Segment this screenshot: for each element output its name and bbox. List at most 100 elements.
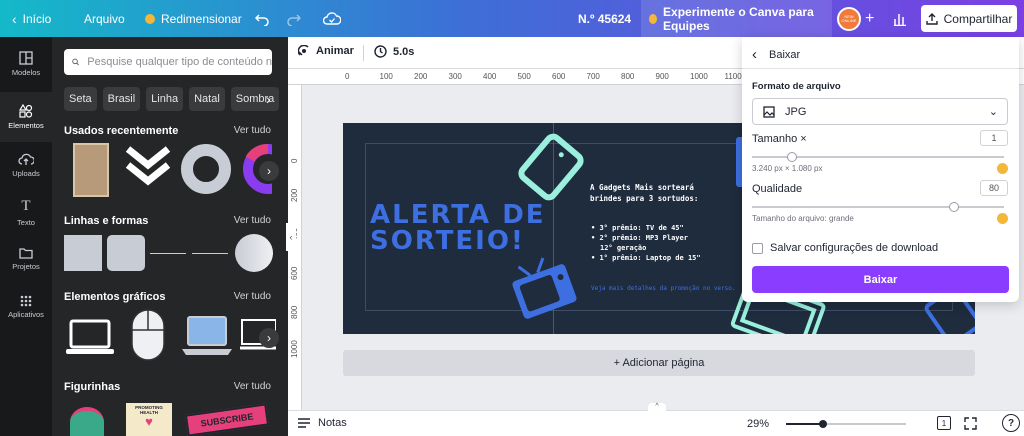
ruler-tick-label: 400 [483, 72, 497, 81]
add-member-button[interactable]: + [865, 0, 874, 37]
download-button[interactable]: Baixar [752, 266, 1009, 293]
expand-notes-handle[interactable]: ^ [648, 403, 666, 411]
rail-item-projects[interactable]: Projetos [0, 234, 52, 284]
line-shape[interactable] [150, 253, 186, 254]
size-slider-knob[interactable] [787, 152, 798, 162]
see-all-link[interactable]: Ver tudo [234, 125, 271, 137]
undo-icon [255, 13, 269, 26]
ruler-tick-label: 300 [448, 72, 462, 81]
see-all-link[interactable]: Ver tudo [234, 215, 271, 227]
download-panel-title: Baixar [769, 48, 801, 61]
graphics-scroll-right-button[interactable]: › [259, 328, 279, 348]
animate-icon [298, 45, 309, 56]
redo-button[interactable] [287, 0, 301, 37]
section-title: Figurinhas [64, 381, 121, 393]
save-settings-checkbox[interactable] [752, 242, 763, 254]
save-settings-label: Salvar configurações de download [770, 242, 939, 254]
mouse-graphic[interactable] [128, 308, 168, 362]
animate-button[interactable]: Animar [298, 45, 354, 57]
chip-sombra[interactable]: Sombra [230, 87, 280, 111]
recent-item-paper[interactable] [73, 143, 109, 197]
laptop-blue-graphic[interactable] [180, 315, 234, 359]
insights-button[interactable] [893, 0, 907, 37]
heart-icon: ♥ [145, 414, 153, 429]
size-hint: 3.240 px × 1.080 px [752, 164, 823, 173]
quality-input[interactable]: 80 [980, 180, 1008, 196]
prize-item: • 1° prêmio: Laptop de 15" [591, 254, 701, 262]
sticker-character[interactable] [70, 407, 104, 436]
ruler-tick-label: 700 [586, 72, 600, 81]
rail-label: Aplicativos [8, 310, 44, 319]
duration-label: 5.0s [393, 45, 415, 58]
ruler-tick-label: 600 [552, 72, 566, 81]
intro-line: A Gadgets Mais sorteará [590, 183, 694, 192]
panel-collapse-handle[interactable]: ‹ [286, 223, 296, 251]
rail-label: Texto [17, 217, 35, 227]
page-count-button[interactable]: 1 [937, 416, 951, 430]
see-all-link[interactable]: Ver tudo [234, 291, 271, 303]
chip-natal[interactable]: Natal [189, 87, 225, 111]
divider [363, 45, 364, 61]
undo-button[interactable] [255, 0, 269, 37]
ring-shape[interactable] [180, 143, 232, 195]
resize-button[interactable]: Redimensionar [145, 0, 242, 37]
sticker-health[interactable]: PROMOTING HEALTH ♥ [126, 403, 172, 436]
image-icon [763, 105, 775, 118]
size-slider[interactable] [752, 152, 1004, 162]
quality-label: Qualidade [752, 183, 803, 195]
download-back-button[interactable]: ‹ Baixar [752, 46, 800, 63]
ruler-tick-label: 1000 [290, 340, 299, 358]
crown-icon [997, 163, 1008, 174]
doc-number: N.º 45624 [578, 0, 631, 37]
cloud-save-status[interactable] [323, 0, 341, 37]
rail-label: Uploads [12, 168, 40, 178]
home-button[interactable]: ‹ Início [12, 0, 51, 37]
duration-button[interactable]: 5.0s [374, 45, 414, 58]
format-select[interactable]: JPG ⌄ [752, 98, 1008, 125]
square-shape[interactable] [64, 235, 102, 271]
try-teams-button[interactable]: Experimente o Canva para Equipes [641, 0, 832, 37]
sticker-subscribe-text: SUBSCRIBE [200, 411, 254, 429]
crown-icon [145, 13, 155, 24]
slide-intro: A Gadgets Mais sorteará brindes para 3 s… [590, 182, 698, 204]
quality-slider-knob[interactable] [948, 202, 959, 212]
stickers-section-header: Figurinhas Ver tudo [64, 381, 271, 393]
rail-item-text[interactable]: T Texto [0, 187, 52, 237]
rail-item-templates[interactable]: Modelos [0, 39, 52, 89]
laptop-graphic[interactable] [64, 317, 116, 357]
recent-scroll-right-button[interactable]: › [259, 161, 279, 181]
rail-item-elements[interactable]: Elementos [0, 92, 52, 142]
arrow-line-shape[interactable] [192, 253, 228, 254]
help-button[interactable]: ? [1002, 414, 1020, 432]
rail-item-apps[interactable]: Aplicativos [0, 282, 52, 332]
file-menu[interactable]: Arquivo [84, 0, 125, 37]
section-title: Linhas e formas [64, 215, 149, 227]
share-button[interactable]: Compartilhar [921, 5, 1017, 32]
ruler-tick-label: 900 [655, 72, 669, 81]
zoom-slider[interactable] [786, 420, 906, 428]
prize-list: • 3° prêmio: TV de 45" • 2° prêmio: MP3 … [591, 223, 701, 263]
sticker-subscribe[interactable]: SUBSCRIBE [184, 403, 270, 436]
divider [742, 68, 1019, 69]
see-all-link[interactable]: Ver tudo [234, 381, 271, 393]
rail-item-uploads[interactable]: Uploads [0, 140, 52, 190]
intro-line: brindes para 3 sortudos: [590, 194, 699, 203]
add-page-button[interactable]: + Adicionar página [343, 350, 975, 376]
double-chevron-icon[interactable] [124, 145, 172, 189]
search-input[interactable]: Pesquise qualquer tipo de conteúdo n [64, 49, 272, 75]
quality-slider[interactable] [752, 202, 1004, 212]
prize-text: 12° geração [600, 244, 647, 252]
notes-button[interactable]: Notas [298, 417, 347, 429]
size-input[interactable]: 1 [980, 130, 1008, 146]
zoom-knob[interactable] [819, 420, 827, 428]
avatar[interactable]: NEW ONLINE [837, 0, 861, 37]
chip-brasil[interactable]: Brasil [102, 87, 141, 111]
rounded-square-shape[interactable] [107, 235, 145, 271]
chips-next-icon[interactable]: › [266, 91, 271, 107]
fullscreen-icon[interactable] [964, 417, 977, 430]
circle-shape[interactable] [235, 234, 273, 272]
chip-seta[interactable]: Seta [64, 87, 97, 111]
chip-linha[interactable]: Linha [146, 87, 184, 111]
cloud-icon [323, 11, 341, 25]
save-settings-checkbox-row[interactable]: Salvar configurações de download [752, 242, 938, 254]
